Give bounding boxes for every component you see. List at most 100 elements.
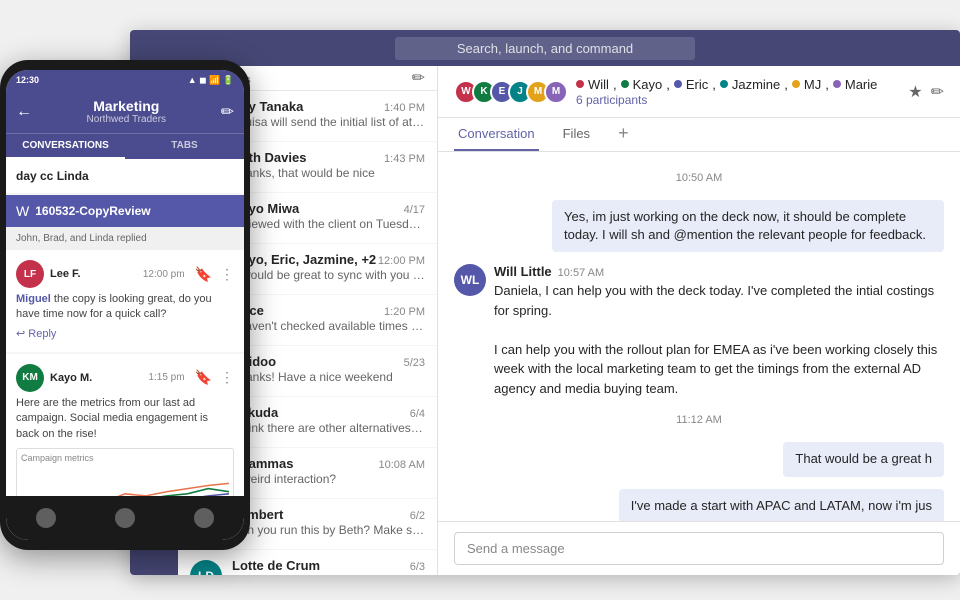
- participant-separator: ,: [613, 77, 617, 92]
- participant-dot: [792, 80, 800, 88]
- phone-header: ← Marketing Northwed Traders ✏: [6, 90, 244, 133]
- phone-msg-header-kayo: KM Kayo M. 1:15 pm 🔖 ⋮: [16, 364, 234, 392]
- participant-dot: [720, 80, 728, 88]
- phone-time-kayo: 1:15 pm: [148, 372, 184, 383]
- phone-tab-tabs[interactable]: TABS: [125, 134, 244, 159]
- message-input-area: Send a message: [438, 521, 960, 575]
- contact-preview: Louisa will send the initial list of att…: [232, 115, 425, 129]
- contact-avatar: LD: [190, 560, 222, 575]
- contact-time: 1:20 PM: [384, 306, 425, 318]
- phone-message-kayo[interactable]: KM Kayo M. 1:15 pm 🔖 ⋮ Here are the metr…: [6, 354, 244, 496]
- contact-info: Kayo Miwa 4/17 reviewed with the client …: [232, 201, 425, 231]
- window-titlebar: Search, launch, and command: [130, 30, 960, 66]
- bookmark-icon-kayo: 🔖: [195, 369, 212, 386]
- teams-desktop-window: Search, launch, and command 2 🔔 Activity…: [130, 30, 960, 575]
- phone-chart-svg: [21, 469, 229, 496]
- contact-time: 6/2: [410, 510, 425, 522]
- window-body: 2 🔔 Activity 1 💬 Chat 1 👥 Teams Favorite…: [130, 66, 960, 575]
- participant-separator: ,: [784, 77, 788, 92]
- contact-preview: I haven't checked available times yet: [232, 319, 425, 333]
- contact-preview: I'll set up a brainstorm session for tom…: [232, 574, 425, 575]
- phone-status-bar: 12:30 ▲ ◼ 📶 🔋: [6, 70, 244, 90]
- bookmark-icon: 🔖: [195, 266, 212, 283]
- contact-preview: Thanks! Have a nice weekend: [232, 370, 425, 384]
- new-chat-icon[interactable]: ✏: [412, 68, 425, 88]
- phone-reply-link[interactable]: ↩ Reply: [16, 327, 56, 340]
- tab-files[interactable]: Files: [559, 118, 594, 151]
- phone-sender-kayo: Kayo M.: [50, 372, 92, 384]
- contact-name-row: Shammas 10:08 AM: [232, 456, 425, 471]
- phone-message-lee[interactable]: LF Lee F. 12:00 pm 🔖 ⋮ Miguel the copy i…: [6, 250, 244, 352]
- participant-dot: [576, 80, 584, 88]
- chat-header-info: Will,Kayo,Eric,Jazmine,MJ,Marie 6 partic…: [576, 77, 908, 107]
- phone-selected-item[interactable]: W 160532-CopyReview: [6, 195, 244, 227]
- contact-preview: Can you run this by Beth? Make sure she …: [232, 523, 425, 537]
- message-input[interactable]: Send a message: [454, 532, 944, 565]
- participant-separator: ,: [825, 77, 829, 92]
- message-timestamp: 10:50 AM: [454, 172, 944, 184]
- tab-conversation[interactable]: Conversation: [454, 118, 539, 151]
- contact-info: Fukuda 6/4 I think there are other alter…: [232, 405, 425, 435]
- contact-name-row: Kayo, Eric, Jazmine, +2 12:00 PM: [232, 252, 425, 267]
- phone-home-icon[interactable]: [36, 508, 56, 528]
- contact-info: Kayo, Eric, Jazmine, +2 12:00 PM It woul…: [232, 252, 425, 282]
- participant-name: Eric: [686, 77, 708, 92]
- phone-tab-conversations[interactable]: CONVERSATIONS: [6, 134, 125, 159]
- phone-msg-header-lee: LF Lee F. 12:00 pm 🔖 ⋮: [16, 260, 234, 288]
- contact-name-row: Price 1:20 PM: [232, 303, 425, 318]
- edit-icon[interactable]: ✏: [931, 82, 944, 102]
- contact-info: Lambert 6/2 Can you run this by Beth? Ma…: [232, 507, 425, 537]
- phone-time-lee: 12:00 pm: [143, 269, 185, 280]
- phone-mention-miguel: Miguel: [16, 293, 54, 305]
- contact-item[interactable]: LD Lotte de Crum 6/3 I'll set up a brain…: [178, 550, 437, 575]
- back-icon[interactable]: ←: [16, 103, 32, 121]
- messages-area[interactable]: 10:50 AMYes, im just working on the deck…: [438, 152, 960, 521]
- message-sender-row: Will Little 10:57 AM: [494, 264, 944, 279]
- contact-info: Beth Davies 1:43 PM Thanks, that would b…: [232, 150, 425, 180]
- message-text: Daniela, I can help you with the deck to…: [494, 281, 944, 398]
- participant-name: Kayo: [633, 77, 663, 92]
- participant-name: MJ: [804, 77, 821, 92]
- phone-back-circle-icon[interactable]: [115, 508, 135, 528]
- phone-time: 12:30: [16, 75, 39, 85]
- more-icon-kayo[interactable]: ⋮: [220, 369, 234, 386]
- more-icon[interactable]: ⋮: [220, 266, 234, 283]
- contact-time: 6/3: [410, 561, 425, 573]
- message-row: WL Will Little 10:57 AM Daniela, I can h…: [454, 264, 944, 398]
- contact-preview: It would be great to sync with you bo...: [232, 268, 425, 282]
- message-timestamp: 11:12 AM: [454, 414, 944, 426]
- chat-header: WKEJMM Will,Kayo,Eric,Jazmine,MJ,Marie 6…: [438, 66, 960, 118]
- phone-avatar-lee: LF: [16, 260, 44, 288]
- contact-name-row: Lotte de Crum 6/3: [232, 558, 425, 573]
- phone-selected-title: 160532-CopyReview: [35, 204, 150, 218]
- message-sender-name: Will Little: [494, 264, 552, 279]
- search-bar[interactable]: Search, launch, and command: [395, 37, 695, 60]
- phone-recents-icon[interactable]: [194, 508, 214, 528]
- chat-tabs: Conversation Files +: [438, 118, 960, 152]
- participant-name: Marie: [845, 77, 878, 92]
- phone-title: Marketing: [87, 98, 166, 114]
- contact-info: Shammas 10:08 AM a weird interaction?: [232, 456, 425, 486]
- message-content: Will Little 10:57 AM Daniela, I can help…: [494, 264, 944, 398]
- contact-name-row: Beth Davies 1:43 PM: [232, 150, 425, 165]
- phone-reply-info: John, Brad, and Linda replied: [6, 227, 244, 250]
- contact-name-row: Ray Tanaka 1:40 PM: [232, 99, 425, 114]
- contact-preview: Thanks, that would be nice: [232, 166, 425, 180]
- contact-preview: reviewed with the client on Tuesday, she…: [232, 217, 425, 231]
- phone-chart-title: Campaign metrics: [21, 453, 229, 463]
- add-tab-button[interactable]: +: [614, 118, 633, 151]
- message-avatar: WL: [454, 264, 486, 296]
- phone-compose-icon[interactable]: ✏: [221, 102, 234, 122]
- participant-dot: [833, 80, 841, 88]
- phone-status-icons: ▲ ◼ 📶 🔋: [188, 75, 234, 86]
- chat-header-icons: ★ ✏: [908, 82, 944, 102]
- phone-conv-day[interactable]: day cc Linda: [6, 159, 244, 193]
- star-icon[interactable]: ★: [908, 82, 922, 102]
- phone-body[interactable]: day cc Linda W 160532-CopyReview John, B…: [6, 159, 244, 496]
- phone-msg-text-kayo: Here are the metrics from our last ad ca…: [16, 396, 234, 442]
- message-bubble-right: That would be a great h: [783, 442, 944, 476]
- word-icon: W: [16, 203, 29, 219]
- participant-separator: ,: [666, 77, 670, 92]
- contact-time: 6/4: [410, 408, 425, 420]
- contact-time: 1:43 PM: [384, 153, 425, 165]
